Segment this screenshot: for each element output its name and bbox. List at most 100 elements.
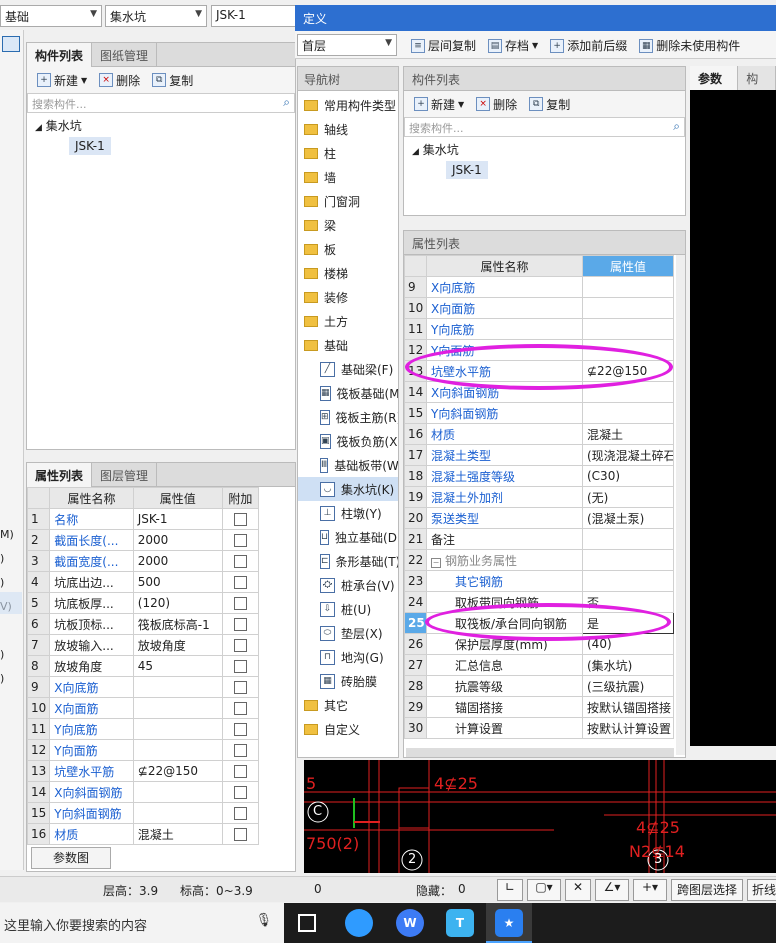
checkbox[interactable] xyxy=(233,744,247,757)
prop-extra[interactable] xyxy=(221,592,260,614)
table-row[interactable]: 10 X向面筋 xyxy=(404,297,674,319)
table-row[interactable]: 2 截面长度(... 2000 xyxy=(27,529,260,551)
prop-extra[interactable] xyxy=(221,571,260,593)
table-row[interactable]: 10 X向面筋 xyxy=(27,697,260,719)
table-row[interactable]: 30 计算设置 按默认计算设置 xyxy=(404,717,674,739)
layout-icon[interactable] xyxy=(2,36,20,52)
prop-extra[interactable] xyxy=(221,718,260,740)
prop-extra[interactable] xyxy=(221,529,260,551)
prop-value[interactable]: (无) xyxy=(582,486,674,508)
cross-layer-select-button[interactable]: 跨图层选择 xyxy=(671,879,743,901)
checkbox[interactable] xyxy=(233,828,247,841)
nav-folder-item[interactable]: 常用构件类型 xyxy=(298,93,398,117)
add-prefix-button[interactable]: + 添加前后缀 xyxy=(544,37,633,54)
cad-canvas[interactable]: 4⊈25 4⊈25 N2⊈14 750(2) 5 C 2 3 xyxy=(304,760,776,873)
nav-sub-item[interactable]: ⊞ 筏板主筋(R) xyxy=(298,405,398,429)
table-row[interactable]: 9 X向底筋 xyxy=(404,276,674,298)
copy-button[interactable]: ⧉ 复制 xyxy=(523,96,576,113)
prop-value[interactable]: 混凝土 xyxy=(582,423,674,445)
cross-icon[interactable]: ✕ xyxy=(565,879,591,901)
nav-sub-item[interactable]: ╱ 基础梁(F) xyxy=(298,357,398,381)
prop-value[interactable]: ⊈22@150 xyxy=(132,760,223,782)
table-row[interactable]: 11 Y向底筋 xyxy=(27,718,260,740)
prop-extra[interactable] xyxy=(221,676,260,698)
table-row[interactable]: 21 备注 xyxy=(404,528,674,550)
nav-sub-item[interactable]: ⇩ 桩(U) xyxy=(298,597,398,621)
prop-extra[interactable] xyxy=(221,760,260,782)
active-app-tile[interactable]: ★ xyxy=(486,903,532,943)
taskbar-search[interactable]: 这里输入你要搜索的内容 🎙 xyxy=(0,903,284,943)
browser-icon[interactable] xyxy=(345,909,373,937)
nav-folder-item[interactable]: 柱 xyxy=(298,141,398,165)
table-row[interactable]: 1 名称 JSK-1 xyxy=(27,508,260,530)
search-input[interactable]: 搜索构件... ⌕ xyxy=(404,117,685,137)
prop-value[interactable]: JSK-1 xyxy=(132,508,223,530)
prop-value[interactable]: (三级抗震) xyxy=(582,675,674,697)
nav-sub-item[interactable]: ⛮ 桩承台(V) xyxy=(298,573,398,597)
table-row[interactable]: 14 X向斜面钢筋 xyxy=(27,781,260,803)
delete-button[interactable]: × 删除 xyxy=(93,72,146,89)
horizontal-scrollbar[interactable] xyxy=(406,748,674,757)
prop-extra[interactable] xyxy=(221,739,260,761)
nav-folder-item[interactable]: 土方 xyxy=(298,309,398,333)
app-t-icon[interactable]: T xyxy=(446,909,474,937)
table-row[interactable]: 15 Y向斜面钢筋 xyxy=(27,802,260,824)
table-row[interactable]: 28 抗震等级 (三级抗震) xyxy=(404,675,674,697)
table-row[interactable]: 27 汇总信息 (集水坑) xyxy=(404,654,674,676)
wps-icon[interactable]: W xyxy=(396,909,424,937)
table-row[interactable]: 18 混凝土强度等级 (C30) xyxy=(404,465,674,487)
table-row[interactable]: 16 材质 混凝土 xyxy=(27,823,260,845)
prop-value[interactable]: 45 xyxy=(132,655,223,677)
tab-props-list[interactable]: 属性列表 xyxy=(27,463,93,487)
tree-node-jsk1[interactable]: JSK-1 xyxy=(446,161,488,179)
archive-button[interactable]: ▤ 存档 ▼ xyxy=(482,37,544,54)
prop-value[interactable]: 筏板底标高-1 xyxy=(132,613,223,635)
prop-extra[interactable] xyxy=(221,508,260,530)
prop-value[interactable]: (120) xyxy=(132,592,223,614)
new-button[interactable]: + 新建 ▼ xyxy=(31,72,93,89)
prop-value[interactable] xyxy=(582,402,674,424)
microphone-icon[interactable]: 🎙 xyxy=(255,913,272,928)
tree-node-root[interactable]: ◢ 集水坑 xyxy=(35,117,287,134)
table-row[interactable]: 9 X向底筋 xyxy=(27,676,260,698)
nav-folder-item[interactable]: 梁 xyxy=(298,213,398,237)
prop-value[interactable] xyxy=(132,676,223,698)
table-row[interactable]: 19 混凝土外加剂 (无) xyxy=(404,486,674,508)
checkbox[interactable] xyxy=(233,618,247,631)
prop-value[interactable] xyxy=(582,318,674,340)
nav-folder-item[interactable]: 基础 xyxy=(298,333,398,357)
checkbox[interactable] xyxy=(233,555,247,568)
tab-drawing-manage[interactable]: 图纸管理 xyxy=(92,43,158,67)
checkbox[interactable] xyxy=(233,513,247,526)
tab-component[interactable]: 构件 xyxy=(738,66,776,103)
table-row[interactable]: 8 放坡角度 45 xyxy=(27,655,260,677)
prop-value[interactable]: 放坡角度 xyxy=(132,634,223,656)
table-row[interactable]: 16 材质 混凝土 xyxy=(404,423,674,445)
prop-value[interactable] xyxy=(132,739,223,761)
delete-unused-button[interactable]: ▦ 删除未使用构件 xyxy=(633,37,746,54)
prop-value[interactable]: (C30) xyxy=(582,465,674,487)
prop-extra[interactable] xyxy=(221,697,260,719)
checkbox[interactable] xyxy=(233,702,247,715)
nav-sub-item[interactable]: ▦ 砖胎膜 xyxy=(298,669,398,693)
prop-extra[interactable] xyxy=(221,655,260,677)
nav-folder-item[interactable]: 楼梯 xyxy=(298,261,398,285)
nav-folder-item[interactable]: 轴线 xyxy=(298,117,398,141)
collapse-box-icon[interactable]: − xyxy=(431,557,441,568)
new-button[interactable]: + 新建 ▼ xyxy=(408,96,470,113)
component-name-combo[interactable]: JSK-1 xyxy=(211,5,301,27)
nav-sub-item[interactable]: ⬭ 垫层(X) xyxy=(298,621,398,645)
checkbox[interactable] xyxy=(233,723,247,736)
tab-param-diagram[interactable]: 参数图 xyxy=(690,66,739,103)
checkbox[interactable] xyxy=(233,534,247,547)
table-row[interactable]: 3 截面宽度(... 2000 xyxy=(27,550,260,572)
prop-value[interactable]: 500 xyxy=(132,571,223,593)
select-box-icon[interactable]: ▢▾ xyxy=(527,879,561,901)
prop-value[interactable] xyxy=(582,276,674,298)
prop-value[interactable]: 按默认锚固搭接 xyxy=(582,696,674,718)
table-row[interactable]: 6 坑板顶标... 筏板底标高-1 xyxy=(27,613,260,635)
table-row[interactable]: 20 泵送类型 (混凝土泵) xyxy=(404,507,674,529)
nav-sub-item[interactable]: ⊥ 柱墩(Y) xyxy=(298,501,398,525)
vertical-scrollbar[interactable] xyxy=(676,255,685,755)
checkbox[interactable] xyxy=(233,807,247,820)
